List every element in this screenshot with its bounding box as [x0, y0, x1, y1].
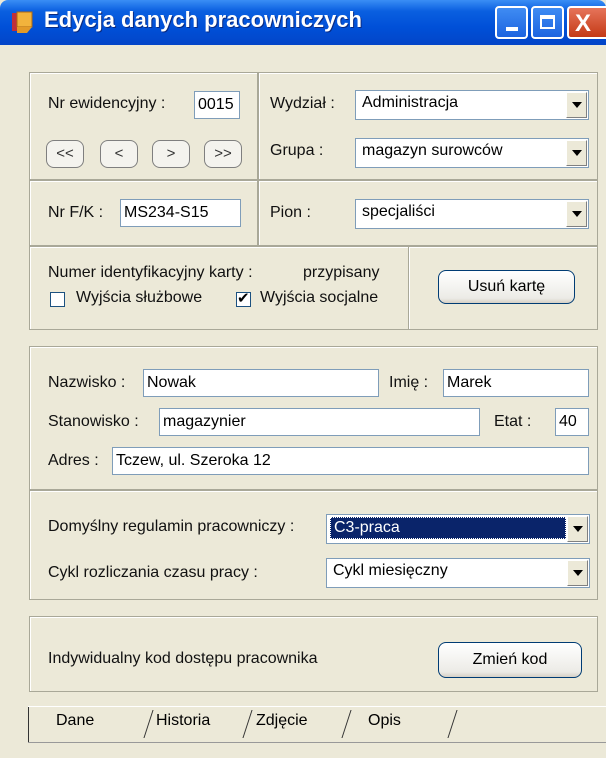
cykl-select[interactable]: Cykl miesięczny — [326, 558, 590, 588]
tab-opis[interactable]: Opis — [368, 712, 401, 730]
window-title: Edycja danych pracowniczych — [44, 7, 362, 32]
nr-fk-field[interactable]: MS234-S15 — [120, 199, 241, 227]
tab-divider — [28, 706, 606, 707]
grupa-label: Grupa : — [270, 142, 324, 159]
chevron-down-icon[interactable] — [567, 516, 588, 542]
chevron-down-icon[interactable] — [566, 140, 587, 166]
first-record-button[interactable]: << — [46, 140, 84, 168]
grupa-select[interactable]: magazyn surowców — [355, 138, 589, 168]
etat-label: Etat : — [494, 413, 532, 430]
wyjscia-socjalne-label[interactable]: Wyjścia socjalne — [260, 289, 378, 307]
change-code-button[interactable]: Zmień kod — [438, 642, 582, 678]
nr-fk-label: Nr F/K : — [48, 204, 104, 221]
regulamin-select[interactable]: C3-praca — [326, 514, 590, 544]
remove-card-button[interactable]: Usuń kartę — [438, 270, 575, 304]
wydzial-value: Administracja — [362, 94, 459, 111]
close-button[interactable]: X — [567, 6, 606, 39]
employee-edit-window: Edycja danych pracowniczych X Nr ewidenc… — [0, 0, 606, 758]
chevron-down-icon[interactable] — [566, 201, 587, 227]
card-status: przypisany — [303, 264, 380, 281]
tab-divider — [341, 710, 352, 738]
wyjscia-sluzbowe-label[interactable]: Wyjścia służbowe — [76, 289, 202, 307]
nr-ewidencyjny-label: Nr ewidencyjny : — [48, 95, 166, 112]
pion-label: Pion : — [270, 204, 311, 221]
wydzial-select[interactable]: Administracja — [355, 90, 589, 120]
last-record-button[interactable]: >> — [204, 140, 242, 168]
next-record-button[interactable]: > — [152, 140, 190, 168]
close-icon: X — [575, 10, 592, 37]
tab-divider — [447, 710, 458, 738]
tab-divider — [242, 710, 253, 738]
stanowisko-field[interactable]: magazynier — [159, 408, 480, 436]
etat-field[interactable]: 40 — [555, 408, 589, 436]
minimize-icon — [506, 27, 518, 31]
regulamin-value: C3-praca — [330, 517, 566, 539]
card-number-label: Numer identyfikacyjny karty : — [48, 264, 253, 281]
maximize-button[interactable] — [531, 6, 564, 39]
chevron-down-icon[interactable] — [566, 92, 587, 118]
pion-value: specjaliści — [362, 203, 435, 220]
nazwisko-label: Nazwisko : — [48, 374, 126, 391]
imie-label: Imię : — [389, 374, 429, 391]
prev-record-button[interactable]: < — [100, 140, 138, 168]
chevron-down-icon[interactable] — [567, 560, 588, 586]
pion-select[interactable]: specjaliści — [355, 199, 589, 229]
maximize-icon — [540, 15, 555, 29]
grupa-value: magazyn surowców — [362, 142, 503, 159]
tab-divider — [143, 710, 154, 738]
cykl-label: Cykl rozliczania czasu pracy : — [48, 564, 258, 581]
tab-divider — [28, 742, 606, 743]
adres-label: Adres : — [48, 452, 99, 469]
tab-divider — [28, 706, 29, 742]
tab-historia[interactable]: Historia — [156, 712, 210, 730]
access-code-label: Indywidualny kod dostępu pracownika — [48, 650, 318, 667]
wydzial-label: Wydział : — [270, 95, 335, 112]
wyjscia-socjalne-checkbox[interactable] — [236, 289, 251, 307]
stanowisko-label: Stanowisko : — [48, 413, 139, 430]
tab-zdjecie[interactable]: Zdjęcie — [256, 712, 308, 730]
app-folder-icon — [12, 11, 33, 33]
nr-ewidencyjny-field[interactable]: 0015 — [194, 91, 240, 119]
cykl-value: Cykl miesięczny — [333, 562, 448, 579]
regulamin-label: Domyślny regulamin pracowniczy : — [48, 518, 295, 535]
minimize-button[interactable] — [495, 6, 528, 39]
tab-dane[interactable]: Dane — [56, 712, 94, 730]
adres-field[interactable]: Tczew, ul. Szeroka 12 — [112, 447, 589, 475]
tab-bar: Dane Historia Zdjęcie Opis — [28, 706, 606, 746]
title-bar[interactable]: Edycja danych pracowniczych X — [0, 0, 606, 45]
wyjscia-sluzbowe-checkbox[interactable] — [50, 292, 65, 307]
nazwisko-field[interactable]: Nowak — [143, 369, 379, 397]
imie-field[interactable]: Marek — [443, 369, 589, 397]
